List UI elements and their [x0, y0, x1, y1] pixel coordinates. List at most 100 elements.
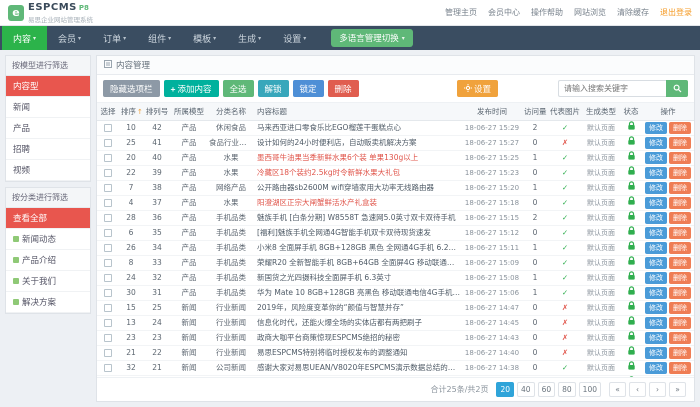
lock-icon[interactable]	[627, 301, 636, 315]
edit-button[interactable]: 修改	[645, 332, 667, 344]
edit-button[interactable]: 修改	[645, 227, 667, 239]
language-switch-button[interactable]: 多语言管理切换 ▾	[331, 29, 413, 47]
row-checkbox[interactable]	[104, 334, 112, 342]
page-size-button[interactable]: 60	[538, 382, 556, 397]
page-size-button[interactable]: 100	[579, 382, 601, 397]
delete-button[interactable]: 删除	[669, 257, 691, 269]
delete-button[interactable]: 删除	[669, 122, 691, 134]
lock-icon[interactable]	[627, 121, 636, 135]
header-link[interactable]: 网站浏览	[574, 7, 606, 18]
lock-icon[interactable]	[627, 256, 636, 270]
header-link[interactable]: 清除缓存	[617, 7, 649, 18]
edit-button[interactable]: 修改	[645, 212, 667, 224]
content-title-link[interactable]: 感谢大家对易思UEAN/V8020年ESPCMS演示数据总结的支持	[257, 363, 462, 372]
row-checkbox[interactable]	[104, 364, 112, 372]
row-checkbox[interactable]	[104, 244, 112, 252]
edit-button[interactable]: 修改	[645, 167, 667, 179]
toolbar-button[interactable]: 全选	[223, 80, 254, 97]
page-size-button[interactable]: 40	[517, 382, 535, 397]
edit-button[interactable]: 修改	[645, 152, 667, 164]
header-link[interactable]: 操作帮助	[531, 7, 563, 18]
edit-button[interactable]: 修改	[645, 122, 667, 134]
header-link[interactable]: 会员中心	[488, 7, 520, 18]
content-title-link[interactable]: 荣耀R20 全新智能手机 8GB+64GB 全面屏4G 移动联通电信全网通手机	[257, 258, 462, 267]
row-checkbox[interactable]	[104, 289, 112, 297]
content-title-link[interactable]: 华为 Mate 10 8GB+128GB 亮黑色 移动联通电信4G手机 5.9英…	[257, 288, 462, 297]
edit-button[interactable]: 修改	[645, 257, 667, 269]
page-size-button[interactable]: 20	[496, 382, 514, 397]
content-title-link[interactable]: 阳澄湖区正宗大闸蟹鲜活水产礼盒装	[257, 198, 377, 207]
content-title-link[interactable]: 马来西亚进口零食乐比EGO榴莲干蛋糕点心	[257, 123, 401, 132]
row-checkbox[interactable]	[104, 349, 112, 357]
delete-button[interactable]: 删除	[669, 167, 691, 179]
content-title-link[interactable]: 公开路由器sb2600M wifi穿墙家用大功率无线路由器	[257, 183, 434, 192]
nav-item[interactable]: 会员▾	[47, 26, 92, 50]
lock-icon[interactable]	[627, 331, 636, 345]
content-title-link[interactable]: 魅族手机 [白条分期] W8558T 急速网5.0英寸双卡双待手机	[257, 213, 456, 222]
header-link[interactable]: 管理主页	[445, 7, 477, 18]
row-checkbox[interactable]	[104, 259, 112, 267]
row-checkbox[interactable]	[104, 214, 112, 222]
delete-button[interactable]: 删除	[669, 152, 691, 164]
delete-button[interactable]: 删除	[669, 332, 691, 344]
edit-button[interactable]: 修改	[645, 242, 667, 254]
sidebar-item[interactable]: 查看全部	[6, 208, 90, 229]
lock-icon[interactable]	[627, 181, 636, 195]
settings-button[interactable]: 设置	[457, 80, 498, 97]
sidebar-item[interactable]: 关于我们	[6, 271, 90, 292]
row-checkbox[interactable]	[104, 304, 112, 312]
row-checkbox[interactable]	[104, 274, 112, 282]
row-checkbox[interactable]	[104, 184, 112, 192]
nav-item[interactable]: 内容▾	[2, 26, 47, 50]
row-checkbox[interactable]	[104, 319, 112, 327]
nav-item[interactable]: 模板▾	[182, 26, 227, 50]
toolbar-button[interactable]: 隐藏选项栏	[103, 80, 160, 97]
delete-button[interactable]: 删除	[669, 137, 691, 149]
row-checkbox[interactable]	[104, 154, 112, 162]
row-checkbox[interactable]	[104, 229, 112, 237]
toolbar-button[interactable]: +添加内容	[164, 80, 219, 97]
delete-button[interactable]: 删除	[669, 182, 691, 194]
nav-item[interactable]: 生成▾	[227, 26, 272, 50]
content-title-link[interactable]: 小米8 全面屏手机 8GB+128GB 黑色 全网通4G手机 6.21英寸	[257, 243, 462, 252]
row-checkbox[interactable]	[104, 169, 112, 177]
next-page-icon[interactable]: ›	[649, 382, 666, 397]
delete-button[interactable]: 删除	[669, 347, 691, 359]
content-title-link[interactable]: 墨西哥牛油果当季新鲜水果6个装 单果130g以上	[257, 153, 418, 162]
edit-button[interactable]: 修改	[645, 302, 667, 314]
delete-button[interactable]: 删除	[669, 242, 691, 254]
edit-button[interactable]: 修改	[645, 197, 667, 209]
delete-button[interactable]: 删除	[669, 212, 691, 224]
toolbar-button[interactable]: 锁定	[293, 80, 324, 97]
lock-icon[interactable]	[627, 316, 636, 330]
lock-icon[interactable]	[627, 196, 636, 210]
lock-icon[interactable]	[627, 211, 636, 225]
page-size-button[interactable]: 80	[558, 382, 576, 397]
edit-button[interactable]: 修改	[645, 182, 667, 194]
edit-button[interactable]: 修改	[645, 317, 667, 329]
search-button[interactable]	[666, 80, 688, 97]
search-input[interactable]	[558, 80, 666, 97]
nav-item[interactable]: 设置▾	[272, 26, 317, 50]
nav-item[interactable]: 订单▾	[92, 26, 137, 50]
last-page-icon[interactable]: »	[669, 382, 686, 397]
sidebar-item[interactable]: 解决方案	[6, 292, 90, 313]
prev-page-icon[interactable]: ‹	[629, 382, 646, 397]
row-checkbox[interactable]	[104, 124, 112, 132]
row-checkbox[interactable]	[104, 139, 112, 147]
toolbar-button[interactable]: 解锁	[258, 80, 289, 97]
content-title-link[interactable]: 新国货之光四摄科技全面屏手机 6.3英寸	[257, 273, 391, 282]
lock-icon[interactable]	[627, 286, 636, 300]
delete-button[interactable]: 删除	[669, 197, 691, 209]
edit-button[interactable]: 修改	[645, 272, 667, 284]
lock-icon[interactable]	[627, 151, 636, 165]
content-title-link[interactable]: 易思ESPCMS特别将临时授权发布的调整通知	[257, 348, 408, 357]
edit-button[interactable]: 修改	[645, 137, 667, 149]
edit-button[interactable]: 修改	[645, 347, 667, 359]
sidebar-item[interactable]: 新闻动态	[6, 229, 90, 250]
content-title-link[interactable]: 政商大咖平台商策惊现ESPCMS绝招的秘密	[257, 333, 400, 342]
edit-button[interactable]: 修改	[645, 362, 667, 374]
content-title-link[interactable]: 设计如何的24小时便利店，自动贩卖机解决方案	[257, 138, 417, 147]
content-title-link[interactable]: 2019年，风险度变革你的“颜值与智慧并存”	[257, 303, 404, 312]
delete-button[interactable]: 删除	[669, 287, 691, 299]
